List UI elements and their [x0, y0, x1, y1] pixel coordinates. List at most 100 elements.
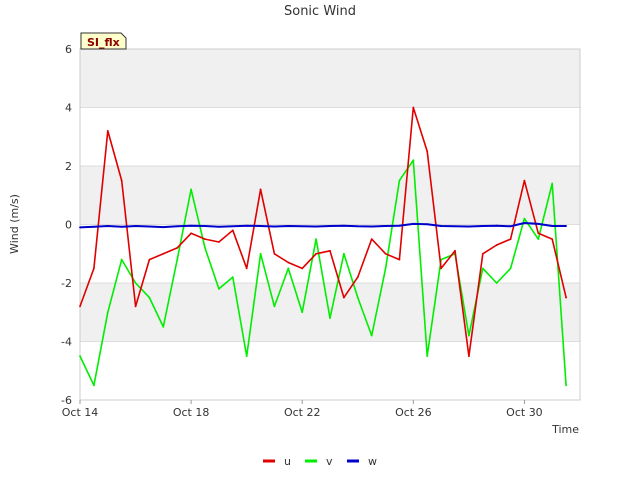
- data-point-w: [217, 225, 220, 228]
- data-point-w: [259, 225, 262, 227]
- data-point-v: [120, 258, 123, 261]
- data-point-u: [523, 179, 526, 182]
- y-tick-label: 4: [65, 102, 72, 115]
- data-point-u: [454, 249, 456, 252]
- data-point-u: [204, 238, 206, 241]
- data-point-v: [329, 317, 331, 319]
- data-point-w: [467, 225, 470, 228]
- data-point-w: [92, 225, 95, 228]
- data-point-w: [412, 223, 415, 225]
- data-point-w: [134, 225, 137, 227]
- data-point-u: [440, 267, 443, 270]
- data-point-w: [370, 225, 373, 228]
- legend: u v w: [263, 455, 377, 468]
- x-axis-label: Time: [551, 423, 579, 436]
- data-point-u: [495, 244, 498, 246]
- legend-label-u: u: [284, 455, 291, 468]
- data-point-w: [287, 225, 290, 227]
- y-tick-label: 0: [65, 219, 72, 232]
- data-point-w: [495, 224, 498, 227]
- data-point-v: [134, 282, 137, 284]
- chart-title: Sonic Wind: [284, 4, 356, 19]
- data-point-v: [342, 252, 345, 255]
- data-point-v: [495, 282, 498, 284]
- data-point-w: [509, 225, 512, 228]
- sonic-wind-chart: Sonic Wind 6420-2-4-6 Oct 14 Oct 18 Oct 22…: [8, 4, 581, 468]
- data-point-u: [565, 296, 568, 299]
- data-point-w: [551, 225, 554, 227]
- data-point-u: [134, 305, 137, 308]
- data-point-v: [259, 252, 262, 255]
- data-point-w: [329, 225, 331, 227]
- data-point-v: [398, 179, 401, 182]
- data-point-u: [356, 276, 359, 279]
- data-point-u: [370, 238, 373, 241]
- data-point-v: [190, 188, 193, 191]
- data-point-u: [398, 258, 401, 261]
- y-axis-label: Wind (m/s): [8, 194, 21, 254]
- data-point-w: [523, 222, 526, 224]
- data-point-v: [92, 384, 95, 387]
- data-point-u: [148, 258, 151, 261]
- data-point-u: [412, 106, 415, 109]
- data-point-u: [217, 241, 220, 243]
- data-point-v: [523, 217, 526, 220]
- data-point-u: [329, 249, 331, 252]
- plot-band: [80, 283, 580, 342]
- data-point-v: [315, 238, 318, 241]
- data-point-w: [79, 226, 81, 229]
- data-point-u: [537, 232, 540, 235]
- x-tick-label: Oct 22: [284, 406, 321, 419]
- data-point-v: [217, 287, 220, 290]
- data-point-u: [176, 247, 179, 249]
- x-tick-label: Oct 14: [62, 406, 99, 419]
- data-point-v: [537, 238, 540, 241]
- data-point-w: [204, 225, 206, 227]
- data-point-v: [384, 267, 387, 270]
- data-point-u: [467, 355, 470, 358]
- data-point-w: [440, 225, 443, 227]
- data-point-w: [426, 223, 429, 226]
- data-point-v: [301, 311, 304, 314]
- data-point-v: [176, 258, 179, 261]
- data-point-u: [287, 261, 290, 264]
- data-point-w: [301, 225, 304, 228]
- data-point-v: [79, 355, 81, 358]
- data-point-u: [79, 305, 81, 308]
- data-point-w: [537, 223, 540, 225]
- data-point-v: [106, 311, 109, 314]
- data-point-u: [259, 188, 262, 191]
- data-point-v: [148, 296, 151, 299]
- data-point-w: [231, 225, 234, 228]
- data-point-v: [412, 159, 415, 162]
- data-point-w: [315, 225, 318, 228]
- data-point-w: [454, 225, 456, 228]
- data-point-u: [92, 267, 95, 270]
- x-tick-label: Oct 26: [395, 406, 432, 419]
- data-point-v: [467, 334, 470, 337]
- x-tick-label: Oct 30: [506, 406, 543, 419]
- plot-band: [80, 341, 580, 400]
- data-point-w: [148, 225, 151, 228]
- data-point-w: [106, 225, 109, 227]
- data-point-u: [106, 130, 109, 132]
- legend-label-v: v: [326, 455, 333, 468]
- data-point-v: [481, 267, 484, 270]
- data-point-w: [565, 225, 568, 227]
- data-point-v: [565, 384, 568, 387]
- data-point-w: [273, 225, 276, 228]
- data-point-v: [231, 276, 234, 279]
- y-tick-label: -2: [61, 277, 72, 290]
- data-point-v: [204, 247, 206, 249]
- data-point-w: [245, 224, 248, 227]
- data-point-w: [398, 224, 401, 227]
- data-point-u: [509, 238, 512, 241]
- data-point-w: [481, 225, 484, 227]
- plot-band: [80, 107, 580, 166]
- data-point-u: [190, 232, 193, 235]
- data-point-v: [356, 296, 359, 299]
- data-point-v: [162, 325, 165, 328]
- data-point-v: [287, 267, 290, 270]
- y-tick-label: -4: [61, 336, 72, 349]
- data-point-u: [162, 252, 165, 255]
